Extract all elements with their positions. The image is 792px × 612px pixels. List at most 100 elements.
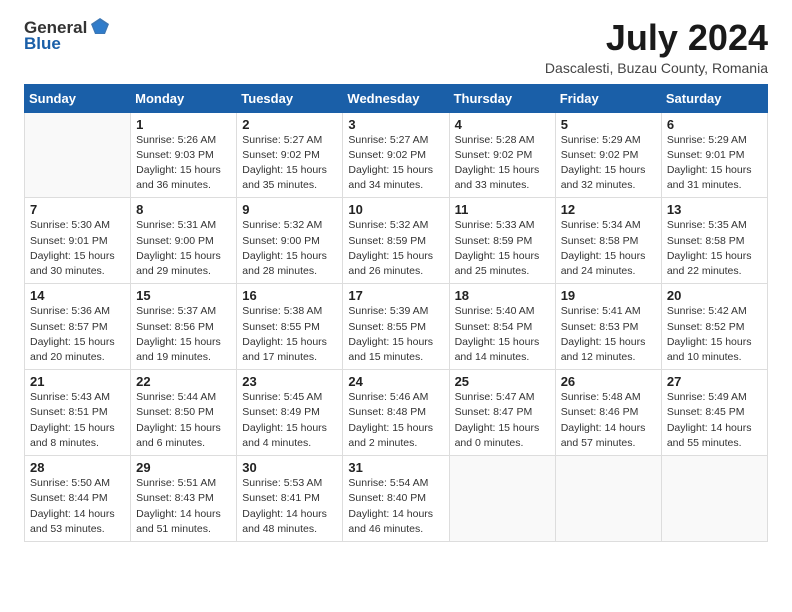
day-info: Sunrise: 5:39 AMSunset: 8:55 PMDaylight:…	[348, 304, 443, 365]
calendar-week-row: 14Sunrise: 5:36 AMSunset: 8:57 PMDayligh…	[25, 284, 768, 370]
calendar-cell: 5Sunrise: 5:29 AMSunset: 9:02 PMDaylight…	[555, 112, 661, 198]
day-info: Sunrise: 5:51 AMSunset: 8:43 PMDaylight:…	[136, 476, 231, 537]
day-info: Sunrise: 5:37 AMSunset: 8:56 PMDaylight:…	[136, 304, 231, 365]
day-number: 17	[348, 288, 443, 303]
calendar-cell: 15Sunrise: 5:37 AMSunset: 8:56 PMDayligh…	[131, 284, 237, 370]
day-info: Sunrise: 5:53 AMSunset: 8:41 PMDaylight:…	[242, 476, 337, 537]
day-info: Sunrise: 5:49 AMSunset: 8:45 PMDaylight:…	[667, 390, 762, 451]
logo-blue: Blue	[24, 34, 61, 54]
day-number: 12	[561, 202, 656, 217]
calendar-week-row: 21Sunrise: 5:43 AMSunset: 8:51 PMDayligh…	[25, 370, 768, 456]
day-info: Sunrise: 5:45 AMSunset: 8:49 PMDaylight:…	[242, 390, 337, 451]
weekday-header-tuesday: Tuesday	[237, 84, 343, 112]
day-number: 10	[348, 202, 443, 217]
calendar-cell: 22Sunrise: 5:44 AMSunset: 8:50 PMDayligh…	[131, 370, 237, 456]
weekday-header-saturday: Saturday	[661, 84, 767, 112]
weekday-header-sunday: Sunday	[25, 84, 131, 112]
calendar-cell: 12Sunrise: 5:34 AMSunset: 8:58 PMDayligh…	[555, 198, 661, 284]
calendar-cell	[449, 456, 555, 542]
day-number: 4	[455, 117, 550, 132]
calendar-cell: 7Sunrise: 5:30 AMSunset: 9:01 PMDaylight…	[25, 198, 131, 284]
weekday-header-monday: Monday	[131, 84, 237, 112]
day-info: Sunrise: 5:36 AMSunset: 8:57 PMDaylight:…	[30, 304, 125, 365]
calendar-cell: 25Sunrise: 5:47 AMSunset: 8:47 PMDayligh…	[449, 370, 555, 456]
calendar-cell: 16Sunrise: 5:38 AMSunset: 8:55 PMDayligh…	[237, 284, 343, 370]
day-number: 1	[136, 117, 231, 132]
day-number: 29	[136, 460, 231, 475]
calendar-header: SundayMondayTuesdayWednesdayThursdayFrid…	[25, 84, 768, 112]
header: General Blue July 2024 Dascalesti, Buzau…	[24, 18, 768, 76]
day-number: 16	[242, 288, 337, 303]
day-info: Sunrise: 5:30 AMSunset: 9:01 PMDaylight:…	[30, 218, 125, 279]
day-number: 8	[136, 202, 231, 217]
calendar-cell: 10Sunrise: 5:32 AMSunset: 8:59 PMDayligh…	[343, 198, 449, 284]
day-info: Sunrise: 5:50 AMSunset: 8:44 PMDaylight:…	[30, 476, 125, 537]
calendar-week-row: 1Sunrise: 5:26 AMSunset: 9:03 PMDaylight…	[25, 112, 768, 198]
day-number: 31	[348, 460, 443, 475]
day-info: Sunrise: 5:44 AMSunset: 8:50 PMDaylight:…	[136, 390, 231, 451]
day-info: Sunrise: 5:47 AMSunset: 8:47 PMDaylight:…	[455, 390, 550, 451]
day-info: Sunrise: 5:42 AMSunset: 8:52 PMDaylight:…	[667, 304, 762, 365]
day-number: 3	[348, 117, 443, 132]
weekday-header-wednesday: Wednesday	[343, 84, 449, 112]
calendar-cell: 9Sunrise: 5:32 AMSunset: 9:00 PMDaylight…	[237, 198, 343, 284]
day-info: Sunrise: 5:41 AMSunset: 8:53 PMDaylight:…	[561, 304, 656, 365]
calendar-cell	[25, 112, 131, 198]
day-number: 30	[242, 460, 337, 475]
day-info: Sunrise: 5:32 AMSunset: 9:00 PMDaylight:…	[242, 218, 337, 279]
month-title: July 2024	[545, 18, 768, 58]
day-number: 13	[667, 202, 762, 217]
calendar-cell: 24Sunrise: 5:46 AMSunset: 8:48 PMDayligh…	[343, 370, 449, 456]
calendar-cell: 23Sunrise: 5:45 AMSunset: 8:49 PMDayligh…	[237, 370, 343, 456]
calendar-cell: 4Sunrise: 5:28 AMSunset: 9:02 PMDaylight…	[449, 112, 555, 198]
day-info: Sunrise: 5:29 AMSunset: 9:01 PMDaylight:…	[667, 133, 762, 194]
calendar-cell: 21Sunrise: 5:43 AMSunset: 8:51 PMDayligh…	[25, 370, 131, 456]
day-number: 19	[561, 288, 656, 303]
day-number: 2	[242, 117, 337, 132]
day-number: 26	[561, 374, 656, 389]
day-number: 5	[561, 117, 656, 132]
calendar-week-row: 7Sunrise: 5:30 AMSunset: 9:01 PMDaylight…	[25, 198, 768, 284]
day-number: 28	[30, 460, 125, 475]
day-number: 14	[30, 288, 125, 303]
calendar-body: 1Sunrise: 5:26 AMSunset: 9:03 PMDaylight…	[25, 112, 768, 541]
day-info: Sunrise: 5:26 AMSunset: 9:03 PMDaylight:…	[136, 133, 231, 194]
day-number: 15	[136, 288, 231, 303]
day-info: Sunrise: 5:35 AMSunset: 8:58 PMDaylight:…	[667, 218, 762, 279]
logo: General Blue	[24, 18, 111, 54]
weekday-row: SundayMondayTuesdayWednesdayThursdayFrid…	[25, 84, 768, 112]
calendar-cell: 14Sunrise: 5:36 AMSunset: 8:57 PMDayligh…	[25, 284, 131, 370]
day-number: 27	[667, 374, 762, 389]
calendar-week-row: 28Sunrise: 5:50 AMSunset: 8:44 PMDayligh…	[25, 456, 768, 542]
day-number: 22	[136, 374, 231, 389]
calendar-table: SundayMondayTuesdayWednesdayThursdayFrid…	[24, 84, 768, 542]
calendar-cell: 1Sunrise: 5:26 AMSunset: 9:03 PMDaylight…	[131, 112, 237, 198]
calendar-cell: 8Sunrise: 5:31 AMSunset: 9:00 PMDaylight…	[131, 198, 237, 284]
day-number: 9	[242, 202, 337, 217]
calendar-cell: 19Sunrise: 5:41 AMSunset: 8:53 PMDayligh…	[555, 284, 661, 370]
page: General Blue July 2024 Dascalesti, Buzau…	[0, 0, 792, 560]
calendar-cell: 6Sunrise: 5:29 AMSunset: 9:01 PMDaylight…	[661, 112, 767, 198]
calendar-cell: 11Sunrise: 5:33 AMSunset: 8:59 PMDayligh…	[449, 198, 555, 284]
calendar-cell	[555, 456, 661, 542]
calendar-cell: 26Sunrise: 5:48 AMSunset: 8:46 PMDayligh…	[555, 370, 661, 456]
day-info: Sunrise: 5:27 AMSunset: 9:02 PMDaylight:…	[242, 133, 337, 194]
title-area: July 2024 Dascalesti, Buzau County, Roma…	[545, 18, 768, 76]
day-number: 24	[348, 374, 443, 389]
calendar-cell: 2Sunrise: 5:27 AMSunset: 9:02 PMDaylight…	[237, 112, 343, 198]
weekday-header-thursday: Thursday	[449, 84, 555, 112]
day-info: Sunrise: 5:48 AMSunset: 8:46 PMDaylight:…	[561, 390, 656, 451]
day-number: 21	[30, 374, 125, 389]
calendar-cell: 17Sunrise: 5:39 AMSunset: 8:55 PMDayligh…	[343, 284, 449, 370]
day-info: Sunrise: 5:38 AMSunset: 8:55 PMDaylight:…	[242, 304, 337, 365]
day-number: 11	[455, 202, 550, 217]
calendar-cell: 31Sunrise: 5:54 AMSunset: 8:40 PMDayligh…	[343, 456, 449, 542]
day-info: Sunrise: 5:34 AMSunset: 8:58 PMDaylight:…	[561, 218, 656, 279]
calendar-cell	[661, 456, 767, 542]
day-info: Sunrise: 5:54 AMSunset: 8:40 PMDaylight:…	[348, 476, 443, 537]
day-info: Sunrise: 5:28 AMSunset: 9:02 PMDaylight:…	[455, 133, 550, 194]
day-number: 7	[30, 202, 125, 217]
day-number: 20	[667, 288, 762, 303]
calendar-cell: 13Sunrise: 5:35 AMSunset: 8:58 PMDayligh…	[661, 198, 767, 284]
calendar-cell: 18Sunrise: 5:40 AMSunset: 8:54 PMDayligh…	[449, 284, 555, 370]
